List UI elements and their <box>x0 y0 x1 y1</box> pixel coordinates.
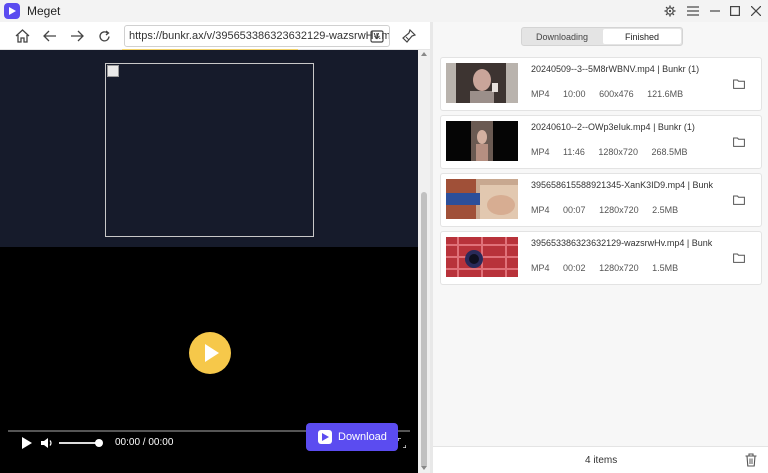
tab-downloading[interactable]: Downloading <box>523 29 601 44</box>
title-bar: Meget <box>0 0 768 22</box>
browser-toolbar: https://bunkr.ax/v/395653386323632129-wa… <box>0 22 430 50</box>
item-duration: 10:00 <box>563 89 586 99</box>
downloads-tabs: Downloading Finished <box>521 27 683 46</box>
item-size: 1.5MB <box>652 263 679 273</box>
menu-icon[interactable] <box>684 3 702 19</box>
fullscreen-icon[interactable] <box>397 437 407 449</box>
item-title: 20240610--2--OWp3eIuk.mp4 | Bunkr (1) <box>531 122 695 132</box>
item-resolution: 600x476 <box>599 89 634 99</box>
scroll-down-icon[interactable] <box>421 466 427 470</box>
video-time: 00:00 / 00:00 <box>115 437 174 448</box>
play-icon[interactable] <box>21 437 33 449</box>
broken-image <box>105 63 314 237</box>
volume-slider[interactable] <box>59 442 99 444</box>
item-meta: MP4 00:02 1280x720 1.5MB <box>531 263 689 273</box>
item-meta: MP4 10:00 600x476 121.6MB <box>531 89 694 99</box>
item-size: 268.5MB <box>651 147 688 157</box>
item-duration: 00:07 <box>563 205 586 215</box>
tab-finished[interactable]: Finished <box>603 29 681 44</box>
web-page-area <box>0 50 418 247</box>
page-scrollbar[interactable] <box>418 50 430 473</box>
item-duration: 00:02 <box>563 263 586 273</box>
video-thumbnail <box>446 63 518 103</box>
video-thumbnail <box>446 237 518 277</box>
item-format: MP4 <box>531 205 550 215</box>
maximize-icon[interactable] <box>726 3 744 19</box>
home-icon[interactable] <box>11 25 33 47</box>
item-format: MP4 <box>531 89 550 99</box>
item-resolution: 1280x720 <box>599 205 639 215</box>
item-resolution: 1280x720 <box>598 147 638 157</box>
folder-icon[interactable] <box>733 136 745 147</box>
url-text: https://bunkr.ax/v/395653386323632129-wa… <box>129 30 390 42</box>
settings-gear-icon[interactable] <box>661 3 679 19</box>
item-format: MP4 <box>531 263 550 273</box>
volume-slider-knob[interactable] <box>95 439 103 447</box>
app-title: Meget <box>27 4 61 18</box>
item-size: 2.5MB <box>652 205 679 215</box>
list-item[interactable]: 20240610--2--OWp3eIuk.mp4 | Bunkr (1) MP… <box>440 115 762 169</box>
scroll-up-icon[interactable] <box>421 52 427 56</box>
folder-icon[interactable] <box>733 252 745 263</box>
scrollbar-thumb[interactable] <box>421 192 427 468</box>
folder-icon[interactable] <box>733 78 745 89</box>
video-player[interactable]: 00:00 / 00:00 Download <box>0 247 418 473</box>
downloads-footer: 4 items <box>433 446 768 473</box>
item-meta: MP4 11:46 1280x720 268.5MB <box>531 147 699 157</box>
list-item[interactable]: 395658615588921345-XanK3ID9.mp4 | Bunk M… <box>440 173 762 227</box>
app-logo-icon <box>4 3 20 19</box>
item-count: 4 items <box>585 455 618 466</box>
item-title: 20240509--3--5M8rWBNV.mp4 | Bunkr (1) <box>531 64 700 74</box>
clear-brush-icon[interactable] <box>398 25 420 47</box>
refresh-icon[interactable] <box>93 25 115 47</box>
item-duration: 11:46 <box>563 147 585 157</box>
video-thumbnail <box>446 179 518 219</box>
item-size: 121.6MB <box>647 89 684 99</box>
download-button-label: Download <box>338 431 387 443</box>
list-item[interactable]: 395653386323632129-wazsrwHv.mp4 | Bunk M… <box>440 231 762 285</box>
broken-image-icon <box>107 65 119 77</box>
big-play-button[interactable] <box>189 332 231 374</box>
downloads-panel: Downloading Finished 20240509--3--5M8rWB… <box>433 22 768 473</box>
trash-icon[interactable] <box>745 453 757 467</box>
video-thumbnail <box>446 121 518 161</box>
volume-icon[interactable] <box>40 437 54 449</box>
url-input[interactable]: https://bunkr.ax/v/395653386323632129-wa… <box>124 25 390 47</box>
download-logo-icon <box>318 430 332 444</box>
close-icon[interactable] <box>747 3 765 19</box>
list-item[interactable]: 20240509--3--5M8rWBNV.mp4 | Bunkr (1) MP… <box>440 57 762 111</box>
back-arrow-icon[interactable] <box>39 25 61 47</box>
item-resolution: 1280x720 <box>599 263 639 273</box>
download-button[interactable]: Download <box>306 423 398 451</box>
forward-arrow-icon[interactable] <box>66 25 88 47</box>
item-title: 395653386323632129-wazsrwHv.mp4 | Bunk <box>531 238 713 248</box>
page-download-icon[interactable] <box>366 25 388 47</box>
item-title: 395658615588921345-XanK3ID9.mp4 | Bunk <box>531 180 713 190</box>
item-meta: MP4 00:07 1280x720 2.5MB <box>531 205 689 215</box>
folder-icon[interactable] <box>733 194 745 205</box>
item-format: MP4 <box>531 147 550 157</box>
finished-list: 20240509--3--5M8rWBNV.mp4 | Bunkr (1) MP… <box>440 57 762 289</box>
minimize-icon[interactable] <box>706 3 724 19</box>
